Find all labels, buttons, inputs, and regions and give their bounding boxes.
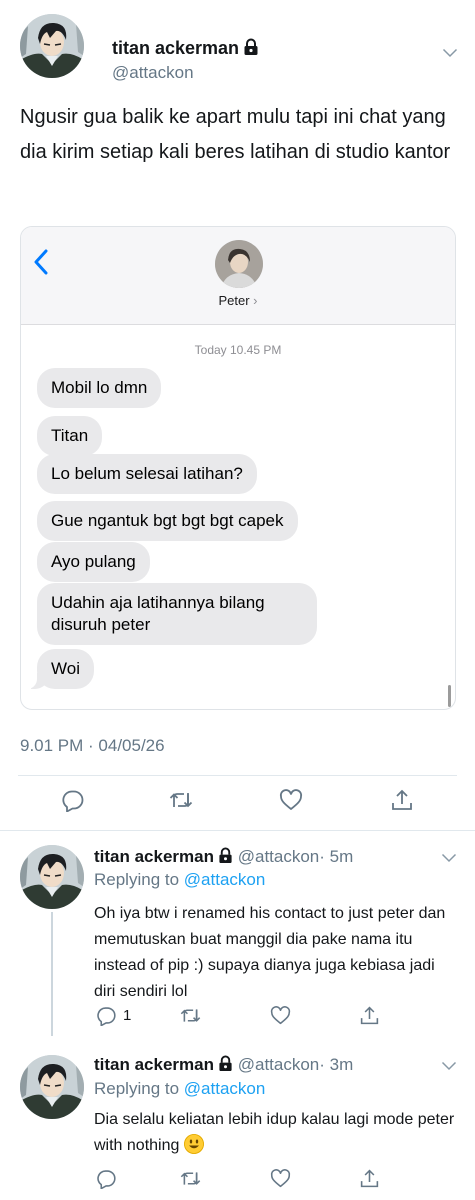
- message-bubble: Udahin aja latihannya bilang disuruh pet…: [37, 583, 317, 645]
- replying-to-link[interactable]: @attackon: [184, 870, 266, 889]
- attached-chat-screenshot[interactable]: Peter › Today 10.45 PM Mobil lo dmn Tita…: [20, 226, 456, 710]
- avatar[interactable]: [20, 1055, 84, 1119]
- message-bubble: Gue ngantuk bgt bgt bgt capek: [37, 501, 298, 541]
- contact-avatar: [215, 240, 263, 288]
- replying-prefix: Replying to: [94, 870, 180, 889]
- chevron-down-icon[interactable]: [441, 853, 457, 863]
- retweet-button[interactable]: [169, 788, 193, 812]
- retweet-icon: [169, 788, 193, 812]
- reply-time: · 5m: [319, 847, 354, 866]
- divider: [18, 775, 457, 776]
- retweet-icon: [180, 1168, 201, 1189]
- main-tweet-header: titan ackerman @attackon: [18, 14, 458, 82]
- author-name-text: titan ackerman: [94, 847, 214, 866]
- contact-chevron: ›: [253, 293, 258, 308]
- replying-to: Replying to @attackon: [94, 870, 265, 890]
- contact-name: Peter ›: [21, 293, 455, 308]
- replying-to: Replying to @attackon: [94, 1079, 265, 1099]
- reply-count: 1: [123, 1007, 132, 1024]
- reply-author[interactable]: titan ackerman @attackon· 5m: [94, 847, 353, 867]
- contact-name-text: Peter: [218, 293, 250, 308]
- chevron-down-icon[interactable]: [442, 48, 458, 58]
- retweet-button[interactable]: [180, 1005, 201, 1026]
- share-button[interactable]: [390, 788, 414, 812]
- tweet-text: Ngusir gua balik ke apart mulu tapi ini …: [20, 106, 451, 163]
- chat-header: Peter ›: [21, 227, 455, 325]
- message-bubble: Ayo pulang: [37, 542, 150, 582]
- reply-time: · 3m: [319, 1055, 354, 1074]
- retweet-icon: [180, 1005, 201, 1026]
- chat-timestamp: Today 10.45 PM: [194, 343, 282, 357]
- reply-text-content: Dia selalu keliatan lebih idup kalau lag…: [94, 1111, 455, 1154]
- message-bubble: Lo belum selesai latihan?: [37, 454, 257, 494]
- author-name-text: titan ackerman: [94, 1055, 214, 1074]
- reply-actions: 1: [0, 1005, 475, 1035]
- reply-button[interactable]: 1: [96, 1005, 131, 1026]
- avatar[interactable]: [20, 14, 84, 78]
- share-icon: [359, 1168, 380, 1189]
- chat-scrollbar: [448, 685, 451, 707]
- divider: [0, 830, 475, 831]
- message-bubble: Titan: [37, 416, 103, 456]
- message-bubble: Woi: [27, 649, 94, 689]
- like-button[interactable]: [270, 1168, 291, 1189]
- author-handle: @attackon: [237, 1055, 320, 1074]
- author-name[interactable]: titan ackerman: [112, 38, 259, 59]
- reply-text: Oh iya btw i renamed his contact to just…: [94, 905, 446, 1000]
- share-icon: [359, 1005, 380, 1026]
- reply-button[interactable]: [61, 788, 85, 812]
- retweet-button[interactable]: [180, 1168, 201, 1189]
- replying-to-link[interactable]: @attackon: [184, 1079, 266, 1098]
- reply-icon: [96, 1005, 117, 1026]
- like-icon: [279, 788, 303, 812]
- reply-icon: [96, 1168, 117, 1189]
- reply-button[interactable]: [96, 1168, 117, 1189]
- lock-icon: [218, 1055, 233, 1072]
- message-bubble: Mobil lo dmn: [37, 368, 162, 408]
- like-button[interactable]: [270, 1005, 291, 1026]
- lock-icon: [243, 38, 259, 56]
- lock-icon: [218, 847, 233, 864]
- like-button[interactable]: [279, 788, 303, 812]
- tweet-timestamp[interactable]: 9.01 PM · 04/05/26: [20, 736, 165, 756]
- author-name-text: titan ackerman: [112, 38, 240, 58]
- author-handle: @attackon: [237, 847, 320, 866]
- like-icon: [270, 1168, 291, 1189]
- main-tweet-actions: [0, 788, 475, 818]
- chevron-down-icon[interactable]: [441, 1061, 457, 1071]
- reply-author[interactable]: titan ackerman @attackon· 3m: [94, 1055, 353, 1075]
- share-button[interactable]: [359, 1168, 380, 1189]
- author-handle[interactable]: @attackon: [112, 63, 194, 83]
- reply-icon: [61, 788, 85, 812]
- avatar[interactable]: [20, 845, 84, 909]
- reply-actions: [0, 1168, 475, 1198]
- replying-prefix: Replying to: [94, 1079, 180, 1098]
- share-icon: [390, 788, 414, 812]
- smiley-emoji-icon: [183, 1134, 204, 1154]
- like-icon: [270, 1005, 291, 1026]
- reply-text: Dia selalu keliatan lebih idup kalau lag…: [94, 1107, 459, 1159]
- back-chevron-icon: [34, 249, 48, 275]
- share-button[interactable]: [359, 1005, 380, 1026]
